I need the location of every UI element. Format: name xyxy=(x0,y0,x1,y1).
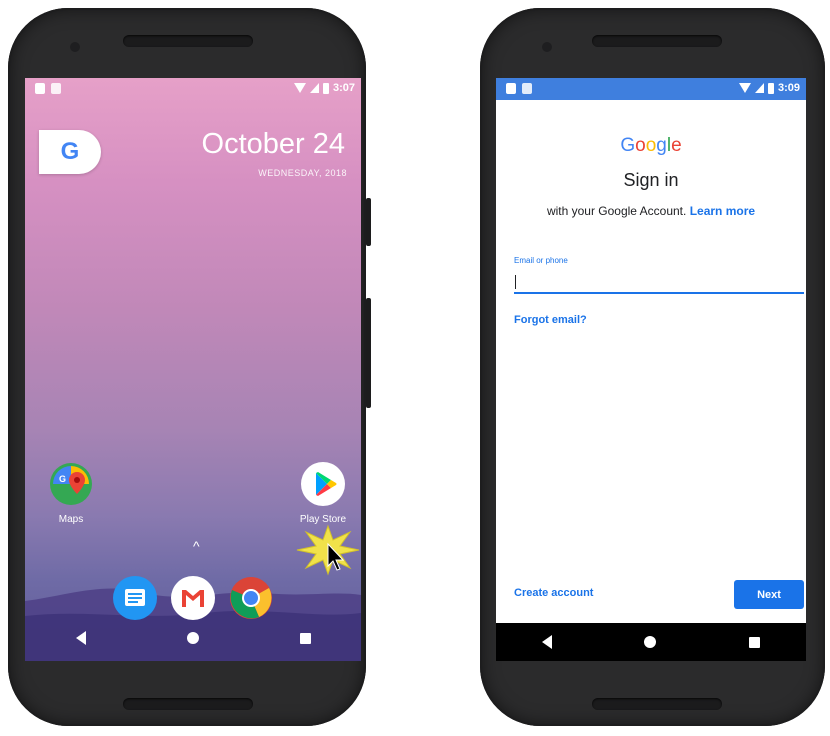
chrome-icon xyxy=(230,577,272,619)
nav-bar xyxy=(496,623,806,661)
play-store-app[interactable] xyxy=(301,462,345,506)
email-field[interactable] xyxy=(514,268,804,294)
bottom-speaker xyxy=(592,698,722,710)
keyboard-icon xyxy=(522,83,532,94)
bottom-speaker xyxy=(123,698,253,710)
tap-highlight-icon xyxy=(296,524,360,576)
wifi-icon xyxy=(738,83,751,93)
text-cursor xyxy=(515,275,516,289)
back-icon[interactable] xyxy=(75,631,86,645)
home-screen: 3:07 G October 24 WEDNESDAY, 2018 G Maps xyxy=(25,78,361,661)
top-speaker xyxy=(123,35,253,47)
signal-icon xyxy=(309,83,319,93)
status-bar: 3:07 xyxy=(25,78,361,100)
chrome-app[interactable] xyxy=(229,576,273,620)
sd-card-icon xyxy=(506,83,516,94)
svg-text:G: G xyxy=(59,474,66,484)
phone-right: 3:09 Google Sign in with your Google Acc… xyxy=(480,8,825,726)
gmail-icon xyxy=(182,590,204,607)
keyboard-icon xyxy=(51,83,61,94)
learn-more-link[interactable]: Learn more xyxy=(690,204,755,218)
power-button xyxy=(366,198,371,246)
next-button[interactable]: Next xyxy=(734,580,804,609)
email-field-label: Email or phone xyxy=(514,256,568,265)
nav-bar xyxy=(25,615,361,661)
recents-icon[interactable] xyxy=(748,636,760,648)
create-account-link[interactable]: Create account xyxy=(514,587,593,599)
forgot-email-link[interactable]: Forgot email? xyxy=(514,314,587,326)
back-icon[interactable] xyxy=(542,635,553,649)
messages-icon xyxy=(125,589,145,606)
volume-button xyxy=(366,298,371,408)
sign-in-subtitle: with your Google Account. Learn more xyxy=(496,204,806,218)
top-speaker xyxy=(592,35,722,47)
status-time: 3:09 xyxy=(777,82,800,94)
play-store-icon xyxy=(316,472,337,496)
maps-icon: G xyxy=(50,463,92,505)
phone-left: 3:07 G October 24 WEDNESDAY, 2018 G Maps xyxy=(8,8,371,726)
wifi-icon xyxy=(293,83,306,93)
app-drawer-caret-icon[interactable]: ^ xyxy=(193,538,200,554)
home-icon[interactable] xyxy=(186,632,199,644)
gmail-app[interactable] xyxy=(171,576,215,620)
page-title: Sign in xyxy=(623,170,679,190)
battery-icon xyxy=(767,82,774,94)
google-g-icon: G xyxy=(60,138,80,165)
maps-app[interactable]: G xyxy=(49,462,93,506)
maps-label: Maps xyxy=(58,514,84,525)
sign-in-screen: 3:09 Google Sign in with your Google Acc… xyxy=(496,78,806,661)
subtitle-text: with your Google Account. xyxy=(546,204,687,218)
battery-icon xyxy=(322,82,329,94)
weekday-label: WEDNESDAY, 2018 xyxy=(258,168,347,178)
recents-icon[interactable] xyxy=(299,632,311,644)
date-widget[interactable]: October 24 xyxy=(202,128,345,161)
status-bar: 3:09 xyxy=(496,78,806,100)
messages-app[interactable] xyxy=(113,576,157,620)
sd-card-icon xyxy=(35,83,45,94)
google-logo: Google xyxy=(620,135,682,156)
signal-icon xyxy=(754,83,764,93)
home-icon[interactable] xyxy=(644,636,657,648)
google-search-pill[interactable]: G xyxy=(39,130,101,174)
front-camera xyxy=(542,42,552,52)
front-camera xyxy=(70,42,80,52)
status-time: 3:07 xyxy=(332,82,355,94)
